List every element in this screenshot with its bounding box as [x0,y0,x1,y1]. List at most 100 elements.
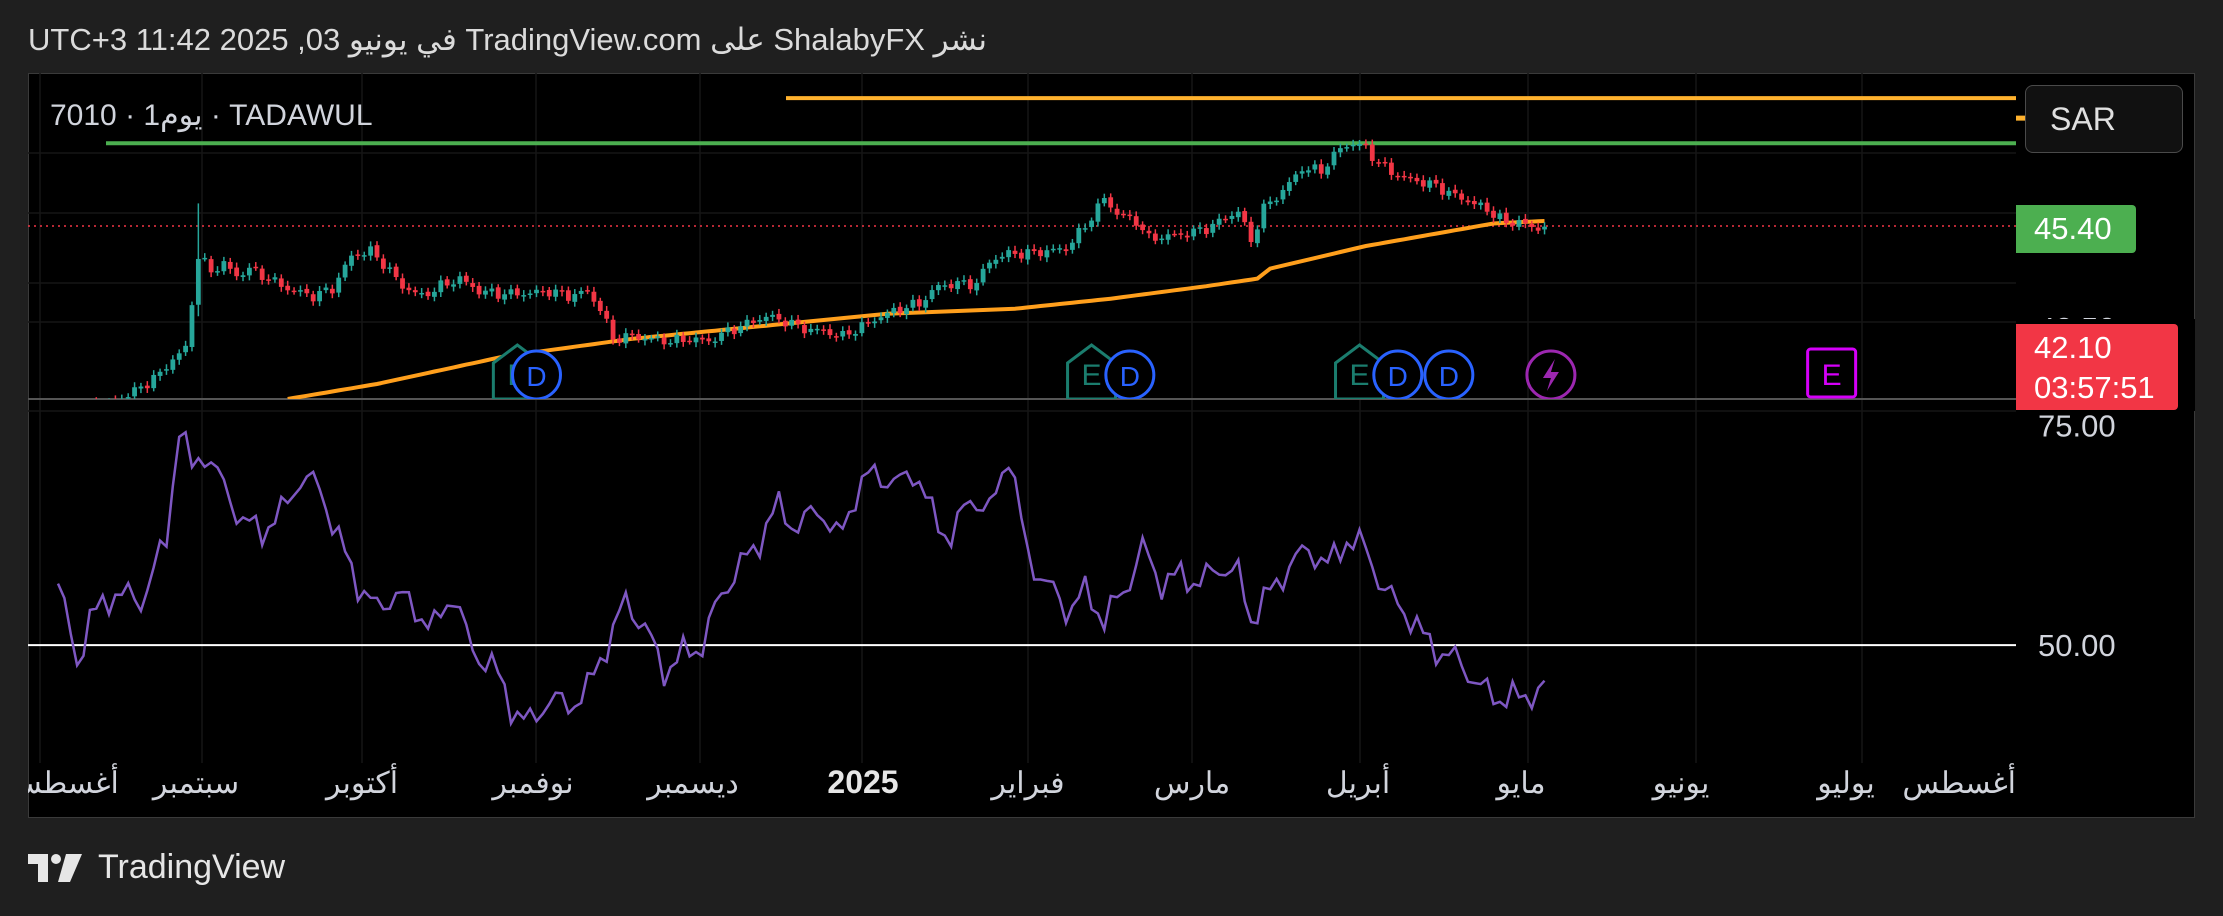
candle [1433,175,1439,188]
candle [623,328,629,349]
candle-body [776,313,782,320]
last-price-value: 42.10 [2034,330,2112,365]
candle-body [195,258,201,305]
candle-body [291,290,297,293]
candle-body [846,330,852,335]
candle [419,287,425,299]
candle-body [483,290,488,295]
candle [782,317,788,332]
candle-body [1363,143,1369,146]
candle [1044,245,1050,263]
candle-body [546,289,552,297]
candle-body [170,359,176,370]
candle [1516,215,1522,231]
candle-body [1318,164,1324,174]
candle-body [380,258,386,269]
candle-body [317,291,322,302]
candle-body [387,267,393,269]
candle-body [272,277,278,280]
candle [655,331,661,342]
candle-body [1459,193,1464,200]
candle [814,324,820,335]
candle [62,401,67,410]
candle [904,304,909,320]
candle [1267,196,1273,210]
candle [738,321,744,337]
candle-body [329,288,335,294]
candle-body [323,287,329,291]
price-chart[interactable]: EDEDEDDE 40.0037.5045.0042.5075.0050.00أ… [28,73,2195,818]
candle-body [955,281,960,290]
candle-body [68,407,73,409]
candle-body [559,290,565,292]
candle-body [1344,147,1350,149]
candle [1050,244,1056,253]
candle-body [725,327,731,333]
candle-body [412,290,418,293]
candle-body [1165,234,1171,240]
candle [1018,248,1024,263]
candle [1165,229,1171,245]
candle [157,368,163,381]
candle [119,394,125,399]
candle [693,332,699,348]
candle [144,381,150,393]
candle-body [853,333,858,336]
rsi-axis-label: 50.00 [2038,628,2116,663]
candle-body [1503,212,1509,224]
candle [1031,244,1037,255]
candle-body [999,256,1005,259]
candle-body [349,255,354,266]
candle-body [234,267,240,277]
candle [1274,197,1279,206]
candle [502,289,507,305]
candle-body [572,294,578,302]
candle-body [1261,203,1267,229]
candle-body [444,279,450,286]
candle-body [1484,202,1490,212]
currency-button[interactable]: SAR [2025,85,2183,153]
candle [974,278,980,296]
rsi-axis-label: 75.00 [2038,408,2116,443]
candle [68,402,73,411]
candle [298,285,303,297]
candle-body [164,369,169,371]
candle [387,262,393,274]
candle [808,323,814,336]
candle-body [132,387,137,397]
candle-body [566,290,571,301]
candle [668,339,673,347]
candle-body [680,335,686,342]
candle-body [731,328,737,335]
candle-body [1491,210,1496,218]
candle-body [840,331,846,337]
candle [406,283,412,295]
candle [853,330,858,341]
candle [1114,203,1120,220]
candle-body [189,305,195,347]
candle-body [521,295,527,297]
candle [432,287,437,302]
publish-header: نشر ShalabyFX على TradingView.com في يون… [28,22,987,57]
candle [1210,219,1216,238]
tradingview-brand[interactable]: TradingView [28,848,285,887]
candle-body [1408,176,1413,179]
candle [604,305,610,323]
candle [88,399,93,412]
candle-body [1133,216,1139,226]
candle-body [227,261,233,269]
candle-body [400,278,405,289]
candle-body [285,285,291,291]
candle [1070,238,1075,254]
candle-body [1063,249,1069,252]
candle-body [1401,175,1407,178]
candle-body [782,320,788,327]
candle-body [1057,248,1063,250]
candle-body [936,285,941,291]
candle-body [202,257,208,260]
candle-body [355,254,361,256]
candle-body [967,279,973,290]
candle-body [1146,230,1152,234]
candle [872,317,878,328]
candle [1452,184,1458,198]
